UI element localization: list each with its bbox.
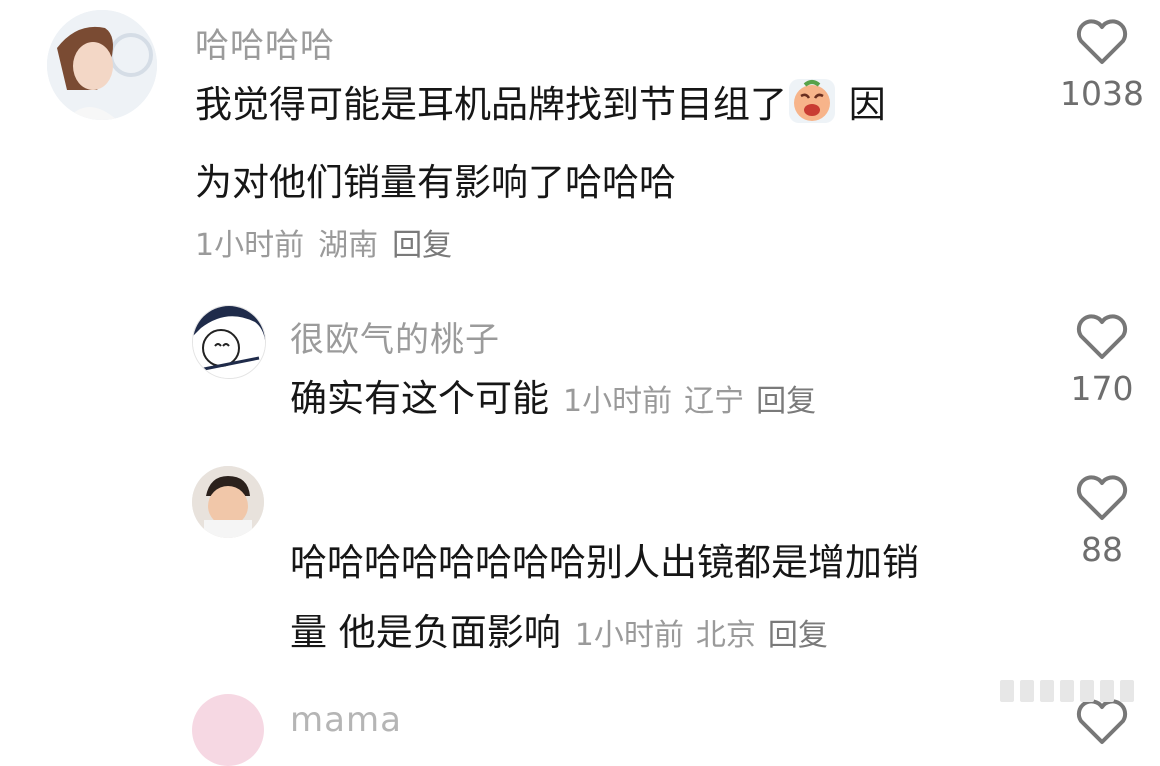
avatar[interactable] xyxy=(47,10,157,120)
avatar[interactable] xyxy=(192,305,266,379)
avatar[interactable] xyxy=(192,694,264,766)
child-photo-avatar-icon xyxy=(192,466,264,538)
comment-text: 确实有这个可能 xyxy=(290,377,549,420)
comment-username[interactable]: 哈哈哈哈 xyxy=(195,18,335,67)
comment-location: 北京 xyxy=(695,618,756,653)
reply-button[interactable]: 回复 xyxy=(756,384,816,419)
heart-icon xyxy=(1076,19,1128,64)
watermark-icon xyxy=(1000,680,1134,702)
comment-body: 确实有这个可能 1小时前 辽宁 回复 xyxy=(290,364,828,434)
comment-time: 1小时前 xyxy=(563,384,673,419)
reply-button[interactable]: 回复 xyxy=(392,228,452,263)
like-button[interactable]: 1038 xyxy=(1047,18,1157,113)
like-count: 1038 xyxy=(1060,74,1144,113)
comment-text: 我觉得可能是耳机品牌找到节目组了 因 为对他们销量有影响了哈哈哈 xyxy=(195,70,886,218)
comment-meta: 1小时前 湖南 回复 xyxy=(195,220,466,264)
comment-text-line1: 我觉得可能是耳机品牌找到节目组了 xyxy=(195,83,787,126)
watermark xyxy=(1000,676,1150,706)
comment-location: 湖南 xyxy=(318,228,379,263)
comment-location: 辽宁 xyxy=(684,384,745,419)
heart-icon xyxy=(1076,314,1128,359)
comment-text-line1-tail: 因 xyxy=(848,83,886,126)
comment-time: 1小时前 xyxy=(195,228,305,263)
comment-text-line1: 哈哈哈哈哈哈哈哈别人出镜都是增加销 xyxy=(290,541,919,584)
like-button[interactable]: 88 xyxy=(1047,474,1157,569)
reply-button[interactable]: 回复 xyxy=(768,618,828,653)
comment-username[interactable]: 很欧气的桃子 xyxy=(290,312,500,361)
cartoon-face-avatar-icon xyxy=(193,306,265,378)
like-button[interactable]: 170 xyxy=(1047,313,1157,408)
comment-meta: 1小时前 北京 回复 xyxy=(575,618,840,653)
comment-text-line2: 为对他们销量有影响了哈哈哈 xyxy=(195,161,676,204)
crying-face-emoji-icon xyxy=(787,77,837,148)
comment-time: 1小时前 xyxy=(574,618,684,653)
comment-text: 哈哈哈哈哈哈哈哈别人出镜都是增加销 量 他是负面影响 1小时前 北京 回复 xyxy=(290,528,919,671)
heart-icon xyxy=(1076,475,1128,520)
avatar-photo-icon xyxy=(47,10,157,120)
comment-meta: 1小时前 辽宁 回复 xyxy=(563,384,828,419)
comment-text-line2: 量 他是负面影响 xyxy=(290,611,561,654)
like-count: 88 xyxy=(1081,530,1123,569)
comment-username[interactable]: mama xyxy=(290,700,402,740)
like-count: 170 xyxy=(1070,369,1134,408)
avatar[interactable] xyxy=(192,466,264,538)
